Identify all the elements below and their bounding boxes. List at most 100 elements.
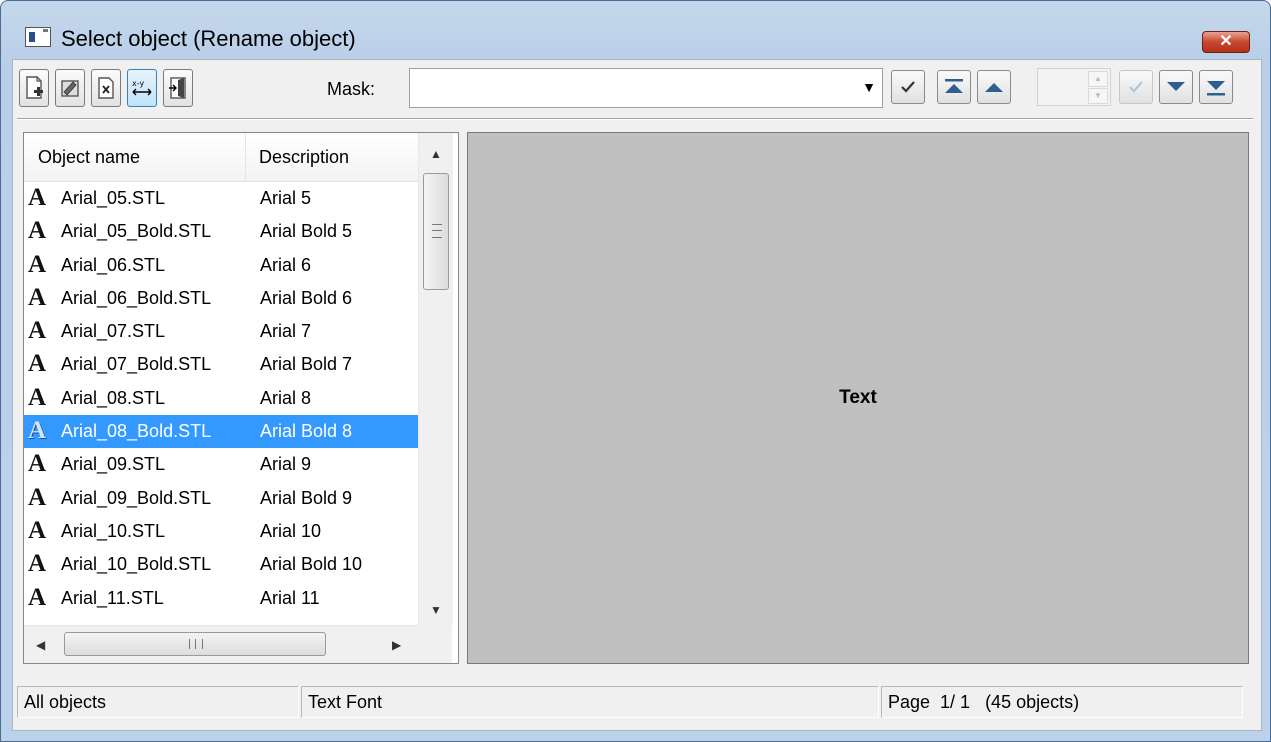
- font-icon: A: [28, 450, 47, 478]
- first-page-button[interactable]: [937, 70, 971, 104]
- object-name-cell: Arial_05_Bold.STL: [61, 221, 212, 242]
- font-icon: A: [28, 516, 47, 544]
- list-item[interactable]: A Arial_10.STL Arial 10: [24, 515, 418, 548]
- horizontal-scroll-thumb[interactable]: [64, 632, 326, 656]
- last-page-icon: [1207, 81, 1225, 96]
- object-name-cell: Arial_07_Bold.STL: [61, 354, 212, 375]
- description-cell: Arial Bold 7: [260, 354, 353, 375]
- toolbar-separator: [17, 118, 1253, 120]
- edit-object-icon: [61, 80, 79, 97]
- rename-object-button[interactable]: x-y: [127, 69, 157, 107]
- list-item[interactable]: A Arial_06_Bold.STL Arial Bold 6: [24, 282, 418, 315]
- horizontal-scrollbar[interactable]: ◀ ▶: [24, 625, 418, 663]
- list-item[interactable]: A Arial_07.STL Arial 7: [24, 315, 418, 348]
- description-cell: Arial 10: [260, 520, 322, 541]
- apply-mask-button[interactable]: [891, 70, 925, 104]
- font-icon: A: [28, 317, 47, 345]
- close-button[interactable]: ✕: [1202, 31, 1250, 53]
- object-list[interactable]: Object name Description A Arial_05.STL Ari…: [23, 132, 459, 664]
- font-icon: A: [28, 550, 47, 578]
- list-item[interactable]: A Arial_10_Bold.STL Arial Bold 10: [24, 548, 418, 581]
- font-icon: A: [28, 283, 47, 311]
- grip-icon: [432, 224, 442, 238]
- list-header: Object name Description: [24, 133, 418, 182]
- description-cell: Arial Bold 6: [260, 287, 353, 308]
- rename-object-icon: x-y: [132, 79, 152, 96]
- spin-down-icon[interactable]: ▼: [1088, 88, 1108, 104]
- spin-up-icon[interactable]: ▲: [1088, 71, 1108, 87]
- status-object-type: Text Font: [301, 686, 879, 718]
- object-name-cell: Arial_06.STL: [61, 254, 166, 275]
- first-page-icon: [945, 79, 963, 93]
- font-icon: A: [28, 483, 47, 511]
- font-icon: A: [28, 417, 47, 445]
- list-item[interactable]: A Arial_09.STL Arial 9: [24, 448, 418, 481]
- scroll-left-icon[interactable]: ◀: [36, 638, 45, 652]
- new-object-icon: [26, 76, 43, 99]
- list-item[interactable]: A Arial_07_Bold.STL Arial Bold 7: [24, 348, 418, 381]
- description-cell: Arial Bold 10: [260, 554, 363, 575]
- list-item[interactable]: A Arial_09_Bold.STL Arial Bold 9: [24, 482, 418, 515]
- description-cell: Arial 11: [260, 587, 320, 608]
- object-name-cell: Arial_08_Bold.STL: [61, 421, 212, 442]
- grip-icon: [189, 639, 203, 649]
- delete-object-button[interactable]: [91, 69, 121, 107]
- window-title: Select object (Rename object): [61, 26, 356, 51]
- object-name-cell: Arial_10.STL: [61, 520, 166, 541]
- scroll-up-icon[interactable]: ▲: [430, 147, 442, 161]
- list-rows: A Arial_05.STL Arial 5 A Arial_05_Bold.STL Ar…: [24, 182, 418, 615]
- description-cell: Arial 9: [260, 454, 312, 475]
- confirm-page-icon: [1129, 81, 1143, 93]
- object-name-cell: Arial_10_Bold.STL: [61, 554, 212, 575]
- object-name-cell: Arial_09_Bold.STL: [61, 487, 212, 508]
- object-name-cell: Arial_07.STL: [61, 321, 166, 342]
- delete-object-icon: [98, 77, 114, 99]
- vertical-scroll-thumb[interactable]: [423, 173, 449, 290]
- scroll-right-icon[interactable]: ▶: [392, 638, 401, 652]
- vertical-scrollbar[interactable]: ▲ ▼: [418, 133, 453, 625]
- previous-page-button[interactable]: [977, 70, 1011, 104]
- list-item[interactable]: A Arial_05_Bold.STL Arial Bold 5: [24, 215, 418, 248]
- description-cell: Arial Bold 5: [260, 221, 353, 242]
- next-page-icon: [1167, 82, 1185, 91]
- list-item[interactable]: A Arial_06.STL Arial 6: [24, 249, 418, 282]
- dialog-client-area: x-y Mask: ▼ ▲ ▼ Object name Description …: [12, 59, 1262, 731]
- page-number-field[interactable]: ▲ ▼: [1037, 68, 1111, 106]
- description-cell: Arial 8: [260, 387, 312, 408]
- object-name-cell: Arial_06_Bold.STL: [61, 287, 212, 308]
- mask-combobox[interactable]: ▼: [409, 68, 883, 108]
- confirm-page-button[interactable]: [1119, 70, 1153, 104]
- list-item[interactable]: A Arial_08_Bold.STL Arial Bold 8: [24, 415, 418, 449]
- scrollbar-corner: [418, 625, 452, 663]
- list-item[interactable]: A Arial_08.STL Arial 8: [24, 382, 418, 415]
- exit-button[interactable]: [163, 69, 193, 107]
- description-cell: Arial Bold 9: [260, 487, 353, 508]
- next-page-button[interactable]: [1159, 70, 1193, 104]
- description-cell: Arial 5: [260, 188, 312, 208]
- font-icon: A: [28, 250, 47, 278]
- description-cell: Arial 6: [260, 254, 312, 275]
- preview-pane: Text: [467, 132, 1249, 664]
- last-page-button[interactable]: [1199, 70, 1233, 104]
- status-filter: All objects: [17, 686, 299, 718]
- list-item[interactable]: A Arial_05.STL Arial 5: [24, 182, 418, 215]
- new-object-button[interactable]: [19, 69, 49, 107]
- scroll-down-icon[interactable]: ▼: [430, 603, 442, 617]
- column-header-object-name[interactable]: Object name: [38, 147, 140, 168]
- font-icon: A: [28, 184, 47, 211]
- description-cell: Arial 7: [260, 321, 312, 342]
- svg-text:x-y: x-y: [132, 79, 144, 88]
- mask-label: Mask:: [327, 79, 376, 99]
- object-name-cell: Arial_08.STL: [61, 387, 166, 408]
- column-header-description[interactable]: Description: [259, 147, 349, 168]
- title-bar[interactable]: Select object (Rename object) ✕: [1, 1, 1270, 53]
- preview-text: Text: [839, 387, 877, 408]
- object-name-cell: Arial_05.STL: [61, 188, 166, 208]
- column-divider[interactable]: [245, 133, 246, 181]
- object-name-cell: Arial_09.STL: [61, 454, 166, 475]
- edit-object-button[interactable]: [55, 69, 85, 107]
- chevron-down-icon[interactable]: ▼: [862, 79, 876, 95]
- object-name-cell: Arial_11.STL: [61, 587, 164, 608]
- list-item[interactable]: A Arial_11.STL Arial 11: [24, 582, 418, 615]
- app-window-icon: [25, 27, 51, 47]
